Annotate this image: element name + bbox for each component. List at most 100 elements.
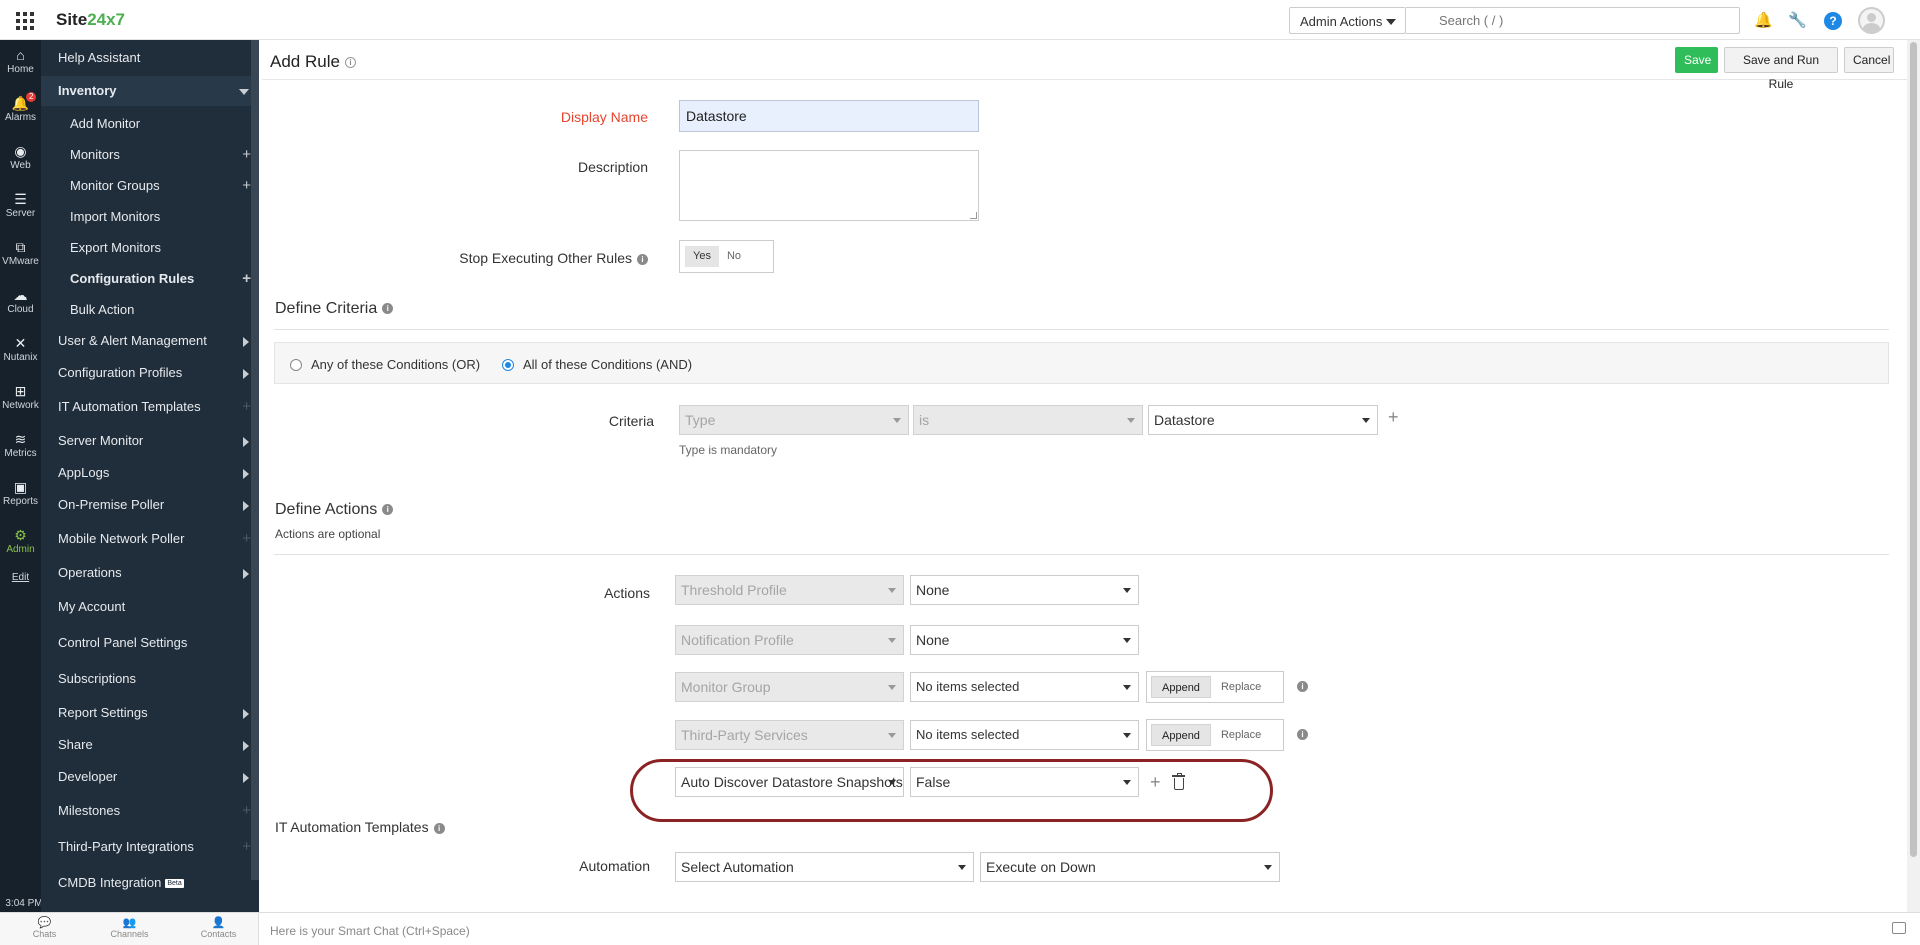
bell-icon[interactable]: 🔔	[1754, 12, 1773, 30]
nav-bulk-action[interactable]: Bulk Action	[41, 295, 259, 325]
add-icon[interactable]: +	[242, 171, 251, 201]
nav-configuration-rules[interactable]: Configuration Rules +	[41, 264, 259, 294]
toggle-yes[interactable]: Yes	[685, 246, 719, 267]
nav-control-panel-settings[interactable]: Control Panel Settings	[41, 628, 259, 658]
append-option[interactable]: Append	[1151, 724, 1211, 746]
rail-network[interactable]: ⊞ Network	[0, 382, 41, 411]
criteria-value-select[interactable]: Datastore	[1148, 405, 1378, 435]
replace-option[interactable]: Replace	[1211, 676, 1271, 698]
nav-on-premise-poller[interactable]: On-Premise Poller	[41, 490, 259, 520]
action-value-select-third-party[interactable]: No items selected	[910, 720, 1139, 750]
side-nav-scrollbar[interactable]	[251, 40, 259, 880]
execute-on-select[interactable]: Execute on Down	[980, 852, 1280, 882]
caret-down-icon	[888, 588, 896, 593]
add-icon[interactable]: +	[242, 392, 251, 422]
save-and-run-rule-button[interactable]: Save and Run Rule	[1724, 47, 1838, 91]
nav-developer[interactable]: Developer	[41, 762, 259, 792]
nav-configuration-profiles[interactable]: Configuration Profiles	[41, 358, 259, 388]
chats-tab[interactable]: 💬 Chats	[0, 913, 89, 945]
nav-cmdb-integration[interactable]: CMDB Integration Beta	[41, 868, 259, 898]
add-icon[interactable]: +	[242, 832, 251, 862]
info-icon[interactable]: i	[637, 253, 648, 265]
rail-metrics[interactable]: ≋ Metrics	[0, 430, 41, 459]
nav-subscriptions[interactable]: Subscriptions	[41, 664, 259, 694]
action-value-select-notification[interactable]: None	[910, 625, 1139, 655]
add-icon[interactable]: +	[242, 524, 251, 554]
rail-server[interactable]: ☰ Server	[0, 190, 41, 219]
nav-mobile-network-poller[interactable]: Mobile Network Poller +	[41, 524, 259, 554]
smart-chat-icon[interactable]	[1892, 922, 1906, 934]
add-icon[interactable]: +	[242, 264, 251, 294]
chevron-down-icon	[239, 89, 249, 95]
nav-third-party-integrations[interactable]: Third-Party Integrations +	[41, 832, 259, 862]
smart-chat-input[interactable]: Here is your Smart Chat (Ctrl+Space)	[270, 924, 470, 938]
info-icon[interactable]: i	[344, 57, 356, 69]
info-icon[interactable]: i	[1297, 681, 1308, 692]
radio-and[interactable]	[502, 359, 514, 371]
rail-nutanix[interactable]: ✕ Nutanix	[0, 334, 41, 363]
description-textarea[interactable]	[679, 150, 979, 221]
page-title-text: Add Rule	[270, 52, 340, 71]
rail-alarms[interactable]: 🔔 2 Alarms	[0, 92, 41, 123]
add-criteria-icon[interactable]: +	[1388, 408, 1399, 426]
display-name-input[interactable]	[679, 100, 979, 132]
site24x7-logo[interactable]: Site24x7	[56, 10, 125, 30]
caret-down-icon	[1123, 638, 1131, 643]
monitor-group-mode[interactable]: Append Replace	[1146, 671, 1284, 703]
channels-tab[interactable]: 👥 Channels	[85, 913, 174, 945]
add-icon[interactable]: +	[242, 796, 251, 826]
wrench-icon[interactable]: 🔧	[1788, 12, 1807, 30]
automation-select[interactable]: Select Automation	[675, 852, 974, 882]
radio-and-label[interactable]: All of these Conditions (AND)	[523, 357, 692, 372]
action-value-select-threshold[interactable]: None	[910, 575, 1139, 605]
nav-export-monitors[interactable]: Export Monitors	[41, 233, 259, 263]
rail-edit[interactable]: Edit	[0, 572, 41, 583]
nav-my-account[interactable]: My Account	[41, 592, 259, 622]
append-option[interactable]: Append	[1151, 676, 1211, 698]
nav-applogs[interactable]: AppLogs	[41, 458, 259, 488]
third-party-mode[interactable]: Append Replace	[1146, 719, 1284, 751]
nav-operations[interactable]: Operations	[41, 558, 259, 588]
global-search-input[interactable]	[1406, 7, 1740, 34]
nav-inventory[interactable]: Inventory	[41, 76, 259, 106]
toggle-no[interactable]: No	[719, 246, 749, 267]
replace-option[interactable]: Replace	[1211, 724, 1271, 746]
rail-cloud[interactable]: ☁ Cloud	[0, 286, 41, 315]
radio-or[interactable]	[290, 359, 302, 371]
cloud-icon: ☁	[13, 287, 28, 303]
rail-admin[interactable]: ⚙ Admin	[0, 526, 41, 555]
nav-it-automation-templates[interactable]: IT Automation Templates +	[41, 392, 259, 422]
info-icon[interactable]: i	[382, 303, 394, 315]
rail-home[interactable]: ⌂ Home	[0, 46, 41, 75]
save-button[interactable]: Save	[1675, 47, 1718, 73]
info-icon[interactable]: i	[1297, 729, 1308, 740]
info-icon[interactable]: i	[433, 822, 445, 834]
nav-server-monitor[interactable]: Server Monitor	[41, 426, 259, 456]
rail-reports[interactable]: ▣ Reports	[0, 478, 41, 507]
cancel-button[interactable]: Cancel	[1844, 47, 1894, 73]
add-icon[interactable]: +	[242, 140, 251, 170]
nav-add-monitor[interactable]: Add Monitor	[41, 109, 259, 139]
help-icon[interactable]: ?	[1824, 12, 1842, 30]
contacts-tab[interactable]: 👤 Contacts	[174, 913, 263, 945]
admin-actions-dropdown[interactable]: Admin Actions	[1289, 7, 1406, 34]
action-value-select-monitor-group[interactable]: No items selected	[910, 672, 1139, 702]
scroll-thumb[interactable]	[1910, 42, 1917, 857]
rail-web[interactable]: ◉ Web	[0, 142, 41, 171]
nav-help-assistant[interactable]: Help Assistant	[41, 43, 259, 73]
user-avatar[interactable]	[1858, 7, 1885, 34]
apps-grid-icon[interactable]	[16, 12, 34, 30]
info-icon[interactable]: i	[382, 504, 394, 516]
stop-executing-toggle[interactable]: Yes No	[679, 240, 774, 273]
nav-monitor-groups[interactable]: Monitor Groups +	[41, 171, 259, 201]
nav-milestones[interactable]: Milestones +	[41, 796, 259, 826]
radio-or-label[interactable]: Any of these Conditions (OR)	[311, 357, 480, 372]
metrics-icon: ≋	[14, 431, 27, 447]
rail-vmware[interactable]: ⧉ VMware	[0, 238, 41, 267]
nav-user-alert-management[interactable]: User & Alert Management	[41, 326, 259, 356]
main-scrollbar[interactable]	[1907, 40, 1920, 912]
nav-import-monitors[interactable]: Import Monitors	[41, 202, 259, 232]
nav-monitors[interactable]: Monitors +	[41, 140, 259, 170]
nav-report-settings[interactable]: Report Settings	[41, 698, 259, 728]
nav-share[interactable]: Share	[41, 730, 259, 760]
